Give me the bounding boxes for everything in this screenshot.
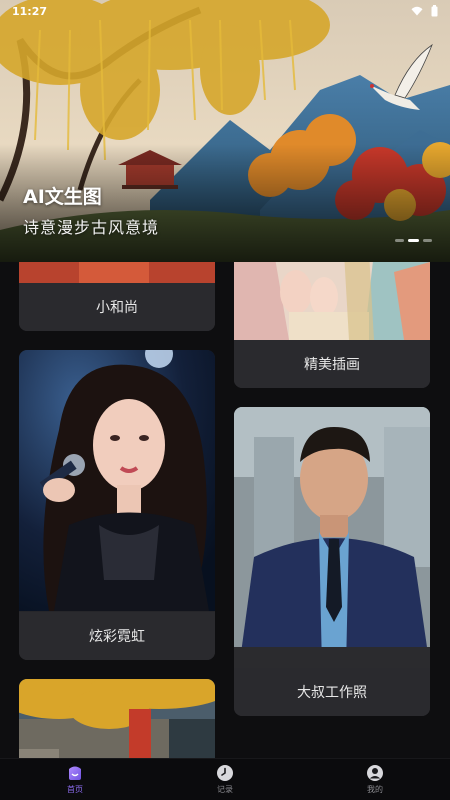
style-card[interactable]: 大叔工作照	[234, 407, 430, 716]
card-label: 炫彩霓虹	[19, 612, 215, 660]
card-label: 大叔工作照	[234, 668, 430, 716]
style-card[interactable]: 精美插画	[234, 262, 430, 388]
card-image	[234, 262, 430, 340]
clock-icon	[217, 765, 233, 781]
wifi-icon	[411, 6, 423, 16]
banner-page-indicator	[395, 239, 432, 242]
style-gallery[interactable]: 小和尚 精美插画 炫彩霓虹 大叔工作照	[0, 262, 450, 758]
status-time: 11:27	[12, 4, 48, 18]
nav-item-profile[interactable]: 我的	[300, 764, 450, 795]
card-image	[19, 679, 215, 758]
hero-banner[interactable]: AI文生图 诗意漫步古风意境	[0, 0, 450, 262]
banner-subtitle: 诗意漫步古风意境	[23, 218, 160, 237]
indicator-dot	[423, 239, 432, 242]
nav-label-profile: 我的	[367, 785, 383, 794]
status-icons	[411, 5, 438, 17]
indicator-dot-active	[408, 239, 419, 242]
bottom-navigation: 首页 记录 我的	[0, 758, 450, 800]
card-label: 小和尚	[19, 283, 215, 331]
card-image	[19, 262, 215, 283]
nav-item-home[interactable]: 首页	[0, 764, 150, 795]
home-icon	[69, 766, 81, 780]
profile-icon	[367, 765, 383, 781]
status-bar: 11:27	[0, 0, 450, 22]
style-card[interactable]: 小和尚	[19, 262, 215, 331]
nav-item-records[interactable]: 记录	[150, 764, 300, 795]
card-label: 精美插画	[234, 340, 430, 388]
banner-title: AI文生图	[23, 186, 102, 208]
style-card[interactable]	[19, 679, 215, 758]
nav-label-records: 记录	[217, 785, 233, 794]
indicator-dot	[395, 239, 404, 242]
nav-label-home: 首页	[67, 785, 83, 794]
battery-icon	[431, 5, 438, 17]
card-image	[19, 350, 215, 611]
style-card[interactable]: 炫彩霓虹	[19, 350, 215, 660]
card-image	[234, 407, 430, 668]
